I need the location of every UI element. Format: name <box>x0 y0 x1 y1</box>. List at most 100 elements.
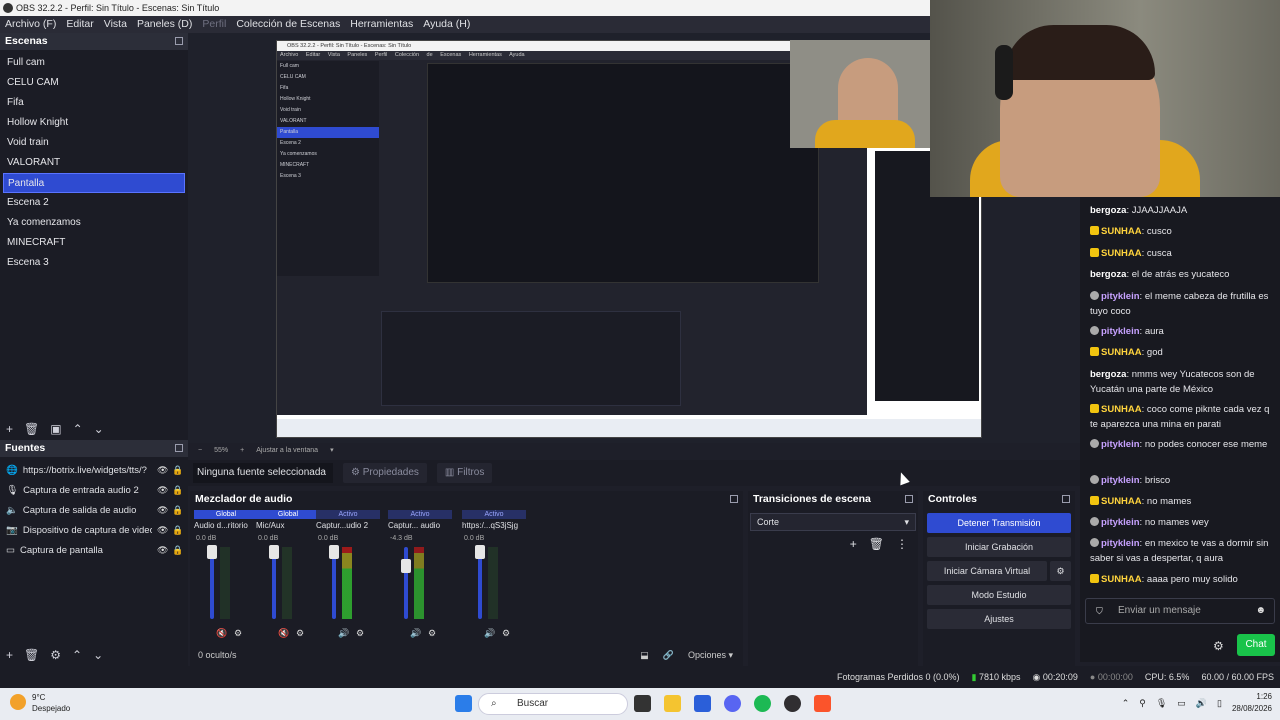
scene-item[interactable]: MINECRAFT <box>0 233 188 253</box>
visibility-icon[interactable]: 👁 <box>157 465 168 476</box>
chat-username[interactable]: SUNHAA <box>1101 347 1142 358</box>
store-icon[interactable] <box>694 695 711 712</box>
weather-widget[interactable]: 9°C Despejado <box>8 692 70 714</box>
start-icon[interactable] <box>455 695 472 712</box>
move-down-icon[interactable]: ⌄ <box>94 422 104 436</box>
chat-username[interactable]: bergoza <box>1090 369 1126 380</box>
stop-streaming-button[interactable]: Detener Transmisión <box>927 513 1071 533</box>
lock-icon[interactable]: 🔒 <box>172 505 183 516</box>
link-icon[interactable]: 🔗 <box>663 650 674 661</box>
visibility-icon[interactable]: 👁 <box>157 545 168 556</box>
visibility-icon[interactable]: 👁 <box>157 525 168 536</box>
filters-icon[interactable]: ▣ <box>50 422 61 436</box>
chat-username[interactable]: SUNHAA <box>1101 574 1142 585</box>
zoom-fit[interactable]: Ajustar a la ventana <box>256 447 318 454</box>
channel-settings-icon[interactable]: ⚙ <box>428 628 436 639</box>
microphone-icon[interactable]: 🎙 <box>1156 698 1167 709</box>
scene-item[interactable]: Escena 2 <box>0 193 188 213</box>
battery-icon[interactable]: ▯ <box>1217 698 1222 709</box>
add-source-icon[interactable]: + <box>6 648 13 662</box>
spotify-icon[interactable] <box>754 695 771 712</box>
virtual-camera-settings-icon[interactable]: ⚙ <box>1050 561 1071 581</box>
start-recording-button[interactable]: Iniciar Grabación <box>927 537 1071 557</box>
chat-username[interactable]: bergoza <box>1090 205 1126 216</box>
volume-fader[interactable] <box>329 545 339 619</box>
discord-icon[interactable] <box>724 695 741 712</box>
studio-mode-button[interactable]: Modo Estudio <box>927 585 1071 605</box>
visibility-icon[interactable]: 👁 <box>157 485 168 496</box>
chevron-down-icon[interactable]: ▾ <box>330 446 334 454</box>
chevron-up-icon[interactable]: ⌃ <box>1122 698 1130 709</box>
scene-item[interactable]: Void train <box>0 133 188 153</box>
chat-username[interactable]: pityklein <box>1101 517 1140 528</box>
menu-view[interactable]: Vista <box>99 16 132 33</box>
chat-input[interactable]: ⛉ Enviar un mensaje ☻ <box>1085 598 1275 624</box>
scene-item[interactable]: Ya comenzamos <box>0 213 188 233</box>
channel-name[interactable]: https:/...qS3jSjg <box>462 521 530 530</box>
speaker-icon[interactable]: 🔊 <box>410 628 421 639</box>
remove-source-icon[interactable]: 🗑 <box>24 648 39 662</box>
scene-item-selected[interactable]: Pantalla <box>3 173 185 193</box>
add-scene-icon[interactable]: + <box>6 422 13 436</box>
menu-edit[interactable]: Editar <box>61 16 98 33</box>
file-explorer-icon[interactable] <box>664 695 681 712</box>
speaker-icon[interactable]: 🔊 <box>338 628 349 639</box>
fader-knob[interactable] <box>329 545 339 559</box>
lock-icon[interactable]: 🔒 <box>172 485 183 496</box>
chat-username[interactable]: pityklein <box>1101 291 1140 302</box>
fader-knob[interactable] <box>475 545 485 559</box>
scene-item[interactable]: Hollow Knight <box>0 113 188 133</box>
obs-icon[interactable] <box>784 695 801 712</box>
chat-username[interactable]: bergoza <box>1090 269 1126 280</box>
source-properties-icon[interactable]: ⚙ <box>50 648 61 662</box>
chat-send-button[interactable]: Chat <box>1237 634 1275 656</box>
more-icon[interactable]: ⋮ <box>896 537 908 551</box>
muted-icon[interactable]: 🔇 <box>278 628 289 639</box>
undock-icon[interactable] <box>905 495 913 503</box>
settings-button[interactable]: Ajustes <box>927 609 1071 629</box>
chat-settings-icon[interactable]: ⚙ <box>1213 639 1224 653</box>
channel-settings-icon[interactable]: ⚙ <box>356 628 364 639</box>
fader-knob[interactable] <box>269 545 279 559</box>
menu-help[interactable]: Ayuda (H) <box>418 16 475 33</box>
chat-username[interactable]: pityklein <box>1101 475 1140 486</box>
channel-name[interactable]: Captur... audio <box>388 521 456 530</box>
properties-button[interactable]: ⚙ Propiedades <box>343 463 427 483</box>
filters-button[interactable]: ▥ Filtros <box>436 463 493 483</box>
source-item[interactable]: 🌐 https://botrix.live/widgets/tts/? 👁 🔒 <box>0 460 188 480</box>
volume-fader[interactable] <box>269 545 279 619</box>
chat-username[interactable]: pityklein <box>1101 326 1140 337</box>
scene-item[interactable]: Fifa <box>0 93 188 113</box>
clock[interactable]: 1:26 28/08/2026 <box>1232 691 1272 715</box>
chat-username[interactable]: SUNHAA <box>1101 226 1142 237</box>
menu-scene-collection[interactable]: Colección de Escenas <box>231 16 345 33</box>
visibility-icon[interactable]: 👁 <box>157 505 168 516</box>
channel-settings-icon[interactable]: ⚙ <box>296 628 304 639</box>
undock-icon[interactable] <box>1062 495 1070 503</box>
fader-knob[interactable] <box>207 545 217 559</box>
fader-knob[interactable] <box>401 559 411 573</box>
network-icon[interactable]: ▭ <box>1177 698 1186 709</box>
trash-icon[interactable]: 🗑 <box>869 537 884 551</box>
chat-username[interactable]: SUNHAA <box>1101 496 1142 507</box>
scene-item[interactable]: CELU CAM <box>0 73 188 93</box>
chat-username[interactable]: SUNHAA <box>1101 248 1142 259</box>
scene-item[interactable]: Full cam <box>0 53 188 73</box>
undock-icon[interactable] <box>730 495 738 503</box>
chat-username[interactable]: SUNHAA <box>1101 404 1142 415</box>
lock-icon[interactable]: 🔒 <box>172 545 183 556</box>
emoji-icon[interactable]: ☻ <box>1255 599 1266 623</box>
channel-name[interactable]: Mic/Aux <box>256 521 324 530</box>
channel-name[interactable]: Captur...udio 2 <box>316 521 384 530</box>
add-icon[interactable]: + <box>850 537 857 551</box>
volume-fader[interactable] <box>475 545 485 619</box>
channel-name[interactable]: Audio d...ritorio <box>194 521 262 530</box>
source-item[interactable]: 🎙 Captura de entrada audio 2 👁 🔒 <box>0 480 188 500</box>
options-button[interactable]: Opciones ▾ <box>688 650 733 661</box>
volume-fader[interactable] <box>207 545 217 619</box>
menu-docks[interactable]: Paneles (D) <box>132 16 197 33</box>
usb-icon[interactable]: ⚲ <box>1139 698 1146 709</box>
taskbar-search[interactable]: ⌕ Buscar <box>478 693 628 715</box>
task-view-icon[interactable] <box>634 695 651 712</box>
chat-username[interactable]: pityklein <box>1101 538 1140 549</box>
